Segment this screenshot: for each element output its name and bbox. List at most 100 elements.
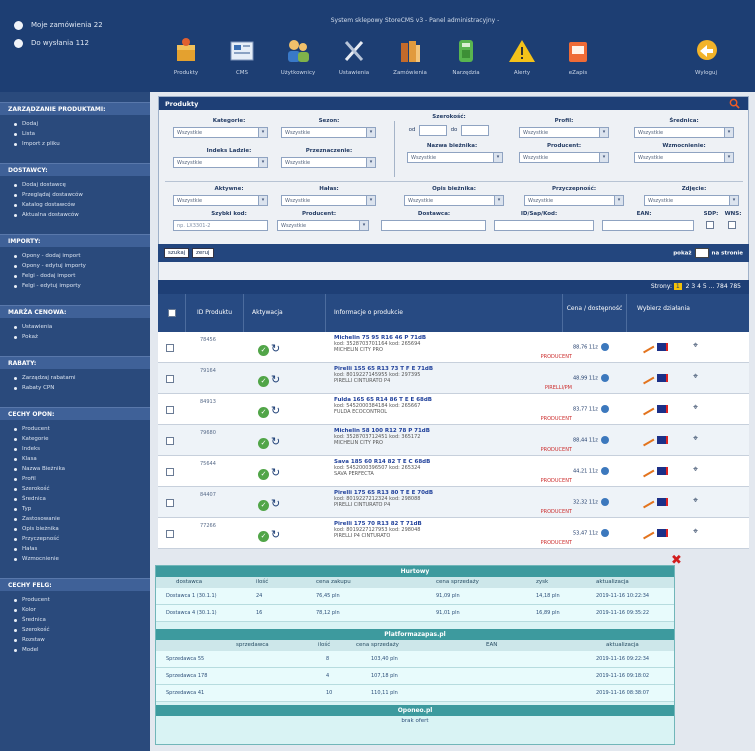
ean-input[interactable] [602, 220, 694, 231]
nav-products[interactable]: Produkty [160, 36, 212, 76]
flag-icon[interactable] [657, 467, 668, 475]
noise-select[interactable]: Wszystkie ▾ [281, 195, 376, 206]
sidebar-item[interactable]: Przyczepność [0, 534, 150, 544]
globe-icon[interactable] [600, 436, 609, 444]
row-checkbox[interactable] [166, 437, 174, 445]
pencil-icon[interactable] [639, 463, 655, 478]
row-checkbox[interactable] [166, 375, 174, 383]
check-icon[interactable]: ✓ [258, 469, 269, 480]
flag-icon[interactable] [657, 498, 668, 506]
profile-select[interactable]: Wszystkie ▾ [519, 127, 609, 138]
wns-checkbox[interactable] [728, 221, 736, 229]
sidebar-item[interactable]: Producent [0, 595, 150, 605]
row-checkbox[interactable] [166, 499, 174, 507]
sidebar-item[interactable]: Felgi - dodaj import [0, 271, 150, 281]
sidebar-item[interactable]: Lista [0, 129, 150, 139]
page-links[interactable]: 2 3 4 5 ... 784 785 [686, 283, 741, 290]
sidebar-item[interactable]: Kolor [0, 605, 150, 615]
sidebar-item[interactable]: Opony - dodaj import [0, 251, 150, 261]
sidebar-item[interactable]: Kategorie [0, 434, 150, 444]
width-to-input[interactable] [461, 125, 489, 136]
nav-logout[interactable]: Wyloguj [680, 36, 732, 76]
refresh-icon[interactable]: ↻ [271, 405, 282, 416]
row-checkbox[interactable] [166, 406, 174, 414]
pencil-icon[interactable] [639, 339, 655, 354]
sidebar-item[interactable]: Aktualna dostawców [0, 210, 150, 220]
sidebar-item[interactable]: Rabaty CPN [0, 383, 150, 393]
check-icon[interactable]: ✓ [258, 407, 269, 418]
sidebar-item[interactable]: Średnica [0, 615, 150, 625]
reinforcement-select[interactable]: Wszystkie ▾ [634, 152, 734, 163]
active-select[interactable]: Wszystkie ▾ [173, 195, 268, 206]
producer2-select[interactable]: Wszystkie ▾ [277, 220, 369, 231]
per-page-input[interactable] [694, 248, 709, 258]
sidebar-item[interactable]: Dodaj [0, 119, 150, 129]
close-icon[interactable]: ✖ [671, 554, 684, 567]
sidebar-item[interactable]: Profil [0, 474, 150, 484]
refresh-icon[interactable]: ↻ [271, 374, 282, 385]
sidebar-item[interactable]: Przeglądaj dostawców [0, 190, 150, 200]
pencil-icon[interactable] [639, 370, 655, 385]
tool-icon[interactable]: ⌖ [693, 372, 698, 382]
producer-select[interactable]: Wszystkie ▾ [519, 152, 609, 163]
sidebar-item[interactable]: Zarządzaj rabatami [0, 373, 150, 383]
pencil-icon[interactable] [639, 525, 655, 540]
photo-select[interactable]: Wszystkie ▾ [644, 195, 739, 206]
sidebar-item[interactable]: Hałas [0, 544, 150, 554]
sidebar-item[interactable]: Szerokość [0, 625, 150, 635]
refresh-icon[interactable]: ↻ [271, 529, 282, 540]
refresh-icon[interactable]: ↻ [271, 467, 282, 478]
refresh-icon[interactable]: ↻ [271, 343, 282, 354]
tool-icon[interactable]: ⌖ [693, 403, 698, 413]
tool-icon[interactable]: ⌖ [693, 434, 698, 444]
globe-icon[interactable] [600, 498, 609, 506]
flag-icon[interactable] [657, 405, 668, 413]
tool-icon[interactable]: ⌖ [693, 465, 698, 475]
row-checkbox[interactable] [166, 468, 174, 476]
globe-icon[interactable] [600, 374, 609, 382]
tread-desc-select[interactable]: Wszystkie ▾ [404, 195, 504, 206]
category-select[interactable]: Wszystkie ▾ [173, 127, 268, 138]
nav-settings[interactable]: Ustawienia [328, 36, 380, 76]
flag-icon[interactable] [657, 436, 668, 444]
index-select[interactable]: Wszystkie ▾ [173, 157, 268, 168]
sidebar-item[interactable]: Ustawienia [0, 322, 150, 332]
select-all-checkbox[interactable] [168, 309, 176, 317]
globe-icon[interactable] [600, 529, 609, 537]
to-ship-link[interactable]: Do wysłania 112 [14, 34, 132, 52]
sidebar-item[interactable]: Klasa [0, 454, 150, 464]
nav-orders[interactable]: Zamówienia [384, 36, 436, 76]
sidebar-item[interactable]: Producent [0, 424, 150, 434]
nav-ezapis[interactable]: eZapis [552, 36, 604, 76]
sidebar-item[interactable]: Średnica [0, 494, 150, 504]
quick-code-input[interactable]: np. LX3301-2 [173, 220, 268, 231]
flag-icon[interactable] [657, 374, 668, 382]
globe-icon[interactable] [600, 343, 609, 351]
globe-icon[interactable] [600, 405, 609, 413]
sidebar-item[interactable]: Zastosowanie [0, 514, 150, 524]
sidebar-item[interactable]: Import z pliku [0, 139, 150, 149]
check-icon[interactable]: ✓ [258, 531, 269, 542]
nav-users[interactable]: Użytkownicy [272, 36, 324, 76]
nav-alerts[interactable]: Alerty [496, 36, 548, 76]
pencil-icon[interactable] [639, 432, 655, 447]
refresh-icon[interactable]: ↻ [271, 498, 282, 509]
check-icon[interactable]: ✓ [258, 500, 269, 511]
check-icon[interactable]: ✓ [258, 438, 269, 449]
globe-icon[interactable] [600, 467, 609, 475]
search-button[interactable]: szukaj [164, 248, 190, 258]
sidebar-item[interactable]: Katalog dostawców [0, 200, 150, 210]
id-input[interactable] [494, 220, 594, 231]
tool-icon[interactable]: ⌖ [693, 341, 698, 351]
sidebar-item[interactable]: Nazwa Bieżnika [0, 464, 150, 474]
tread-select[interactable]: Wszystkie ▾ [407, 152, 503, 163]
sidebar-item[interactable]: Model [0, 645, 150, 655]
sidebar-item[interactable]: Dodaj dostawcę [0, 180, 150, 190]
sidebar-item[interactable]: Felgi - edytuj importy [0, 281, 150, 291]
tool-icon[interactable]: ⌖ [693, 527, 698, 537]
supplier-input[interactable] [381, 220, 486, 231]
reset-button[interactable]: zeruj [192, 248, 214, 258]
sdp-checkbox[interactable] [706, 221, 714, 229]
diameter-select[interactable]: Wszystkie ▾ [634, 127, 734, 138]
flag-icon[interactable] [657, 343, 668, 351]
